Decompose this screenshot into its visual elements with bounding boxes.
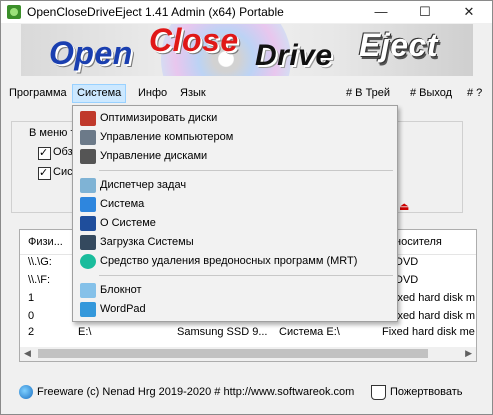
scroll-left-icon[interactable]: ◀ [24, 348, 31, 359]
settings-group-label: В меню т [27, 127, 78, 139]
menu-item-label: Диспетчер задач [100, 179, 187, 191]
disk-management-icon [80, 149, 96, 164]
col-media[interactable]: носителя [395, 236, 475, 248]
eject-icon: ⏏ [399, 201, 410, 213]
checkbox-1-label: Обз [53, 146, 73, 158]
cell: Fixed hard disk medi [382, 326, 475, 338]
optimize-drives-icon [80, 111, 96, 126]
menu-info[interactable]: Инфо [134, 85, 171, 102]
checkbox-2[interactable] [38, 166, 51, 180]
menu-item-label: Управление компьютером [100, 131, 234, 143]
cell: 2 [28, 326, 35, 338]
col-physical[interactable]: Физи... [28, 236, 68, 248]
cell: Samsung SSD 9... [177, 326, 268, 338]
system-boot-icon [80, 235, 96, 250]
close-button[interactable]: ✕ [447, 1, 491, 23]
menu-bar: Программа Система Инфо Язык # В Трей # В… [1, 82, 492, 104]
banner-eject: Eject [359, 27, 438, 63]
menu-item-label: Система [100, 198, 145, 210]
menu-item-label: Средство удаления вредоносных программ (… [100, 255, 358, 267]
banner-open: Open [49, 35, 133, 71]
menu-item-task-manager[interactable]: Диспетчер задач [75, 176, 395, 195]
menu-item-system-boot[interactable]: Загрузка Системы [75, 233, 395, 252]
system-icon [80, 197, 96, 212]
scroll-thumb[interactable] [38, 349, 428, 358]
menu-item-label: Оптимизировать диски [100, 112, 218, 124]
about-system-icon [80, 216, 96, 231]
menu-separator [99, 275, 393, 276]
app-icon [7, 5, 21, 19]
menu-program[interactable]: Программа [5, 85, 71, 102]
menu-language[interactable]: Язык [176, 85, 210, 102]
checkbox-2-label: Сис [53, 166, 73, 178]
menu-to-tray[interactable]: # В Трей [342, 85, 394, 102]
system-dropdown-menu: Оптимизировать диски Управление компьюте… [72, 105, 398, 322]
coffee-cup-icon [371, 385, 386, 400]
menu-help[interactable]: # ? [463, 85, 486, 102]
cell: ixed hard disk medi [395, 310, 475, 322]
cell: E:\ [78, 326, 92, 338]
donate-link[interactable]: Пожертвовать [390, 386, 463, 398]
app-window: OpenCloseDriveEject 1.41 Admin (x64) Por… [0, 0, 493, 415]
wordpad-icon [80, 302, 96, 317]
app-banner: Open Close Drive Eject [21, 24, 473, 76]
cell: ixed hard disk medi [395, 292, 475, 304]
menu-item-label: Блокнот [100, 284, 142, 296]
menu-exit[interactable]: # Выход [406, 85, 456, 102]
menu-item-label: Загрузка Системы [100, 236, 194, 248]
minimize-button[interactable]: — [359, 1, 403, 23]
cell: DVD [395, 256, 419, 268]
menu-item-label: О Системе [100, 217, 156, 229]
footer-link[interactable]: Freeware (c) Nenad Hrg 2019-2020 # http:… [37, 386, 354, 398]
menu-system[interactable]: Система [72, 84, 127, 103]
title-bar[interactable]: OpenCloseDriveEject 1.41 Admin (x64) Por… [1, 1, 492, 23]
mrt-icon [80, 254, 96, 269]
cell: DVD [395, 274, 419, 286]
scroll-right-icon[interactable]: ▶ [465, 348, 472, 359]
horizontal-scrollbar[interactable]: ◀ ▶ [19, 347, 477, 362]
notepad-icon [80, 283, 96, 298]
window-title: OpenCloseDriveEject 1.41 Admin (x64) Por… [27, 5, 284, 19]
maximize-button[interactable]: ☐ [403, 1, 447, 23]
footer: Freeware (c) Nenad Hrg 2019-2020 # http:… [1, 379, 492, 403]
menu-item-label: Управление дисками [100, 150, 208, 162]
menu-item-notepad[interactable]: Блокнот [75, 281, 395, 300]
menu-item-about-system[interactable]: О Системе [75, 214, 395, 233]
globe-icon [19, 385, 33, 399]
menu-item-wordpad[interactable]: WordPad [75, 300, 395, 319]
menu-item-computer-management[interactable]: Управление компьютером [75, 128, 395, 147]
menu-item-system[interactable]: Система [75, 195, 395, 214]
task-manager-icon [80, 178, 96, 193]
menu-separator [99, 170, 393, 171]
menu-item-mrt[interactable]: Средство удаления вредоносных программ (… [75, 252, 395, 271]
menu-item-optimize-drives[interactable]: Оптимизировать диски [75, 109, 395, 128]
banner-drive: Drive [255, 39, 333, 72]
menu-item-label: WordPad [100, 303, 146, 315]
table-row[interactable]: 2 E:\ Samsung SSD 9... Система E:\ Fixed… [20, 326, 476, 342]
cell: Система E:\ [279, 326, 340, 338]
checkbox-1[interactable] [38, 146, 51, 160]
banner-close: Close [149, 24, 239, 58]
computer-management-icon [80, 130, 96, 145]
menu-item-disk-management[interactable]: Управление дисками [75, 147, 395, 166]
